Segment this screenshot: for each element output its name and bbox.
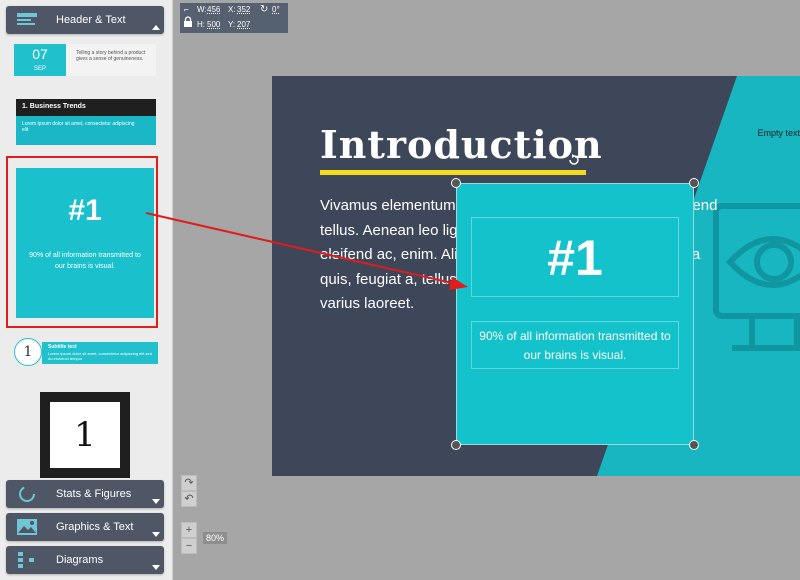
big-number-box[interactable]: #1 (471, 217, 679, 297)
element-properties-toolbar: ⌐ W: 456 X: 352 ↻ 0° H: 500 Y: 207 (180, 3, 288, 33)
template-thumb-number-one[interactable]: #1 90% of all information transmitted to… (16, 168, 154, 318)
y-value[interactable]: 207 (237, 20, 250, 29)
date-text: Telling a story behind a product gives a… (76, 50, 146, 62)
undo-button[interactable]: ↶ (181, 491, 197, 507)
redo-button[interactable]: ↷ (181, 475, 197, 491)
x-label: X: (228, 5, 236, 14)
y-label: Y: (228, 20, 236, 29)
chevron-down-icon[interactable] (152, 499, 160, 504)
title-underline (320, 170, 586, 175)
category-diagrams[interactable]: Diagrams (6, 546, 164, 574)
rotate-handle-icon[interactable] (567, 153, 581, 167)
empty-text-placeholder[interactable]: Empty text (757, 128, 800, 138)
circle-band: Subtitle text Lorem ipsum dolor sit amet… (42, 342, 158, 364)
category-header-text[interactable]: Header & Text (6, 6, 164, 34)
date-day: 07 (32, 46, 48, 62)
date-month: SEP (33, 66, 46, 72)
lock-icon[interactable] (183, 16, 193, 28)
chart-circle-icon (19, 486, 35, 502)
zoom-in-button[interactable]: + (181, 522, 197, 538)
zoom-out-button[interactable]: − (181, 538, 197, 554)
height-label: H: (197, 20, 205, 29)
thumb-fact-text: 90% of all information transmitted to ou… (29, 252, 141, 270)
circle-title: Subtitle text (48, 344, 77, 350)
width-label: W: (197, 5, 207, 14)
chevron-up-icon[interactable] (152, 25, 160, 30)
category-label: Stats & Figures (56, 488, 132, 500)
square-number: 1 (50, 402, 120, 468)
template-thumb-date[interactable]: 07 SEP Telling a story behind a product … (14, 44, 156, 76)
category-label: Header & Text (56, 14, 126, 26)
x-value[interactable]: 352 (237, 5, 250, 14)
template-thumb-business-trends[interactable]: 1. Business Trends Lorem ipsum dolor sit… (16, 99, 156, 145)
chevron-down-icon[interactable] (152, 565, 160, 570)
rotate-icon: ↻ (260, 4, 269, 15)
chevron-down-icon[interactable] (152, 532, 160, 537)
category-label: Graphics & Text (56, 521, 134, 533)
link-corner-icon: ⌐ (184, 5, 189, 14)
trends-text: Lorem ipsum dolor sit amet, consectetur … (22, 121, 135, 133)
category-graphics-text[interactable]: Graphics & Text (6, 513, 164, 541)
category-stats-figures[interactable]: Stats & Figures (6, 480, 164, 508)
trends-title: 1. Business Trends (22, 103, 86, 110)
image-icon (17, 519, 37, 535)
resize-handle-bottom-left[interactable] (451, 440, 461, 450)
thumb-big-number: #1 (68, 194, 102, 227)
resize-handle-top-left[interactable] (451, 178, 461, 188)
slide-title[interactable]: Introduction (320, 122, 603, 167)
selected-number-element[interactable]: #1 90% of all information transmitted to… (456, 183, 694, 445)
resize-handle-top-right[interactable] (689, 178, 699, 188)
category-label: Diagrams (56, 554, 104, 566)
diagram-icon (18, 552, 34, 568)
width-value[interactable]: 456 (207, 5, 220, 14)
zoom-level: 80% (203, 532, 228, 544)
template-thumb-circle-number[interactable]: Subtitle text Lorem ipsum dolor sit amet… (14, 338, 158, 370)
template-thumb-square-number[interactable]: 1 (40, 392, 130, 478)
resize-handle-bottom-right[interactable] (689, 440, 699, 450)
circle-number: 1 (14, 338, 42, 366)
date-box: 07 SEP (14, 44, 66, 76)
circle-text: Lorem ipsum dolor sit amet, consectetur … (48, 351, 152, 361)
text-block-icon (17, 13, 37, 25)
element-library-sidebar: Header & Text 07 SEP Telling a story beh… (0, 0, 173, 580)
rotation-value[interactable]: 0° (272, 5, 280, 14)
fact-text-box[interactable]: 90% of all information transmitted to ou… (471, 321, 679, 369)
height-value[interactable]: 500 (207, 20, 220, 29)
